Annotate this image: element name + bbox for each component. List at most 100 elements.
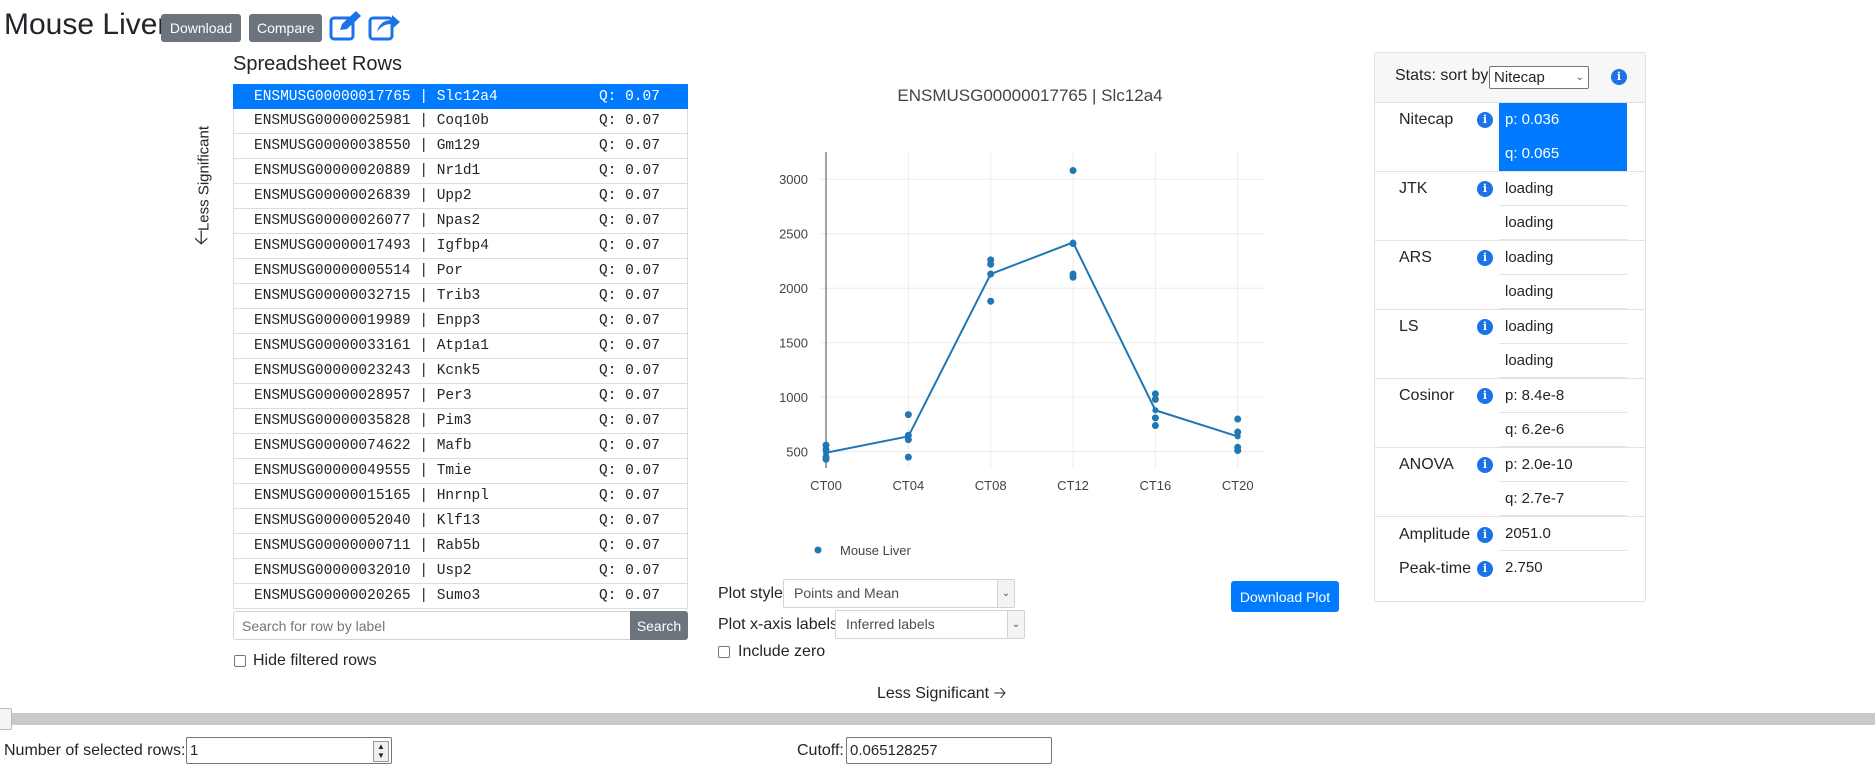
stats-sort-select[interactable]: Nitecap ⌄ xyxy=(1489,66,1589,89)
table-row[interactable]: ENSMUSG00000032010 | Usp2 Q: 0.07 xyxy=(233,559,688,584)
slider-handle[interactable] xyxy=(0,708,12,730)
plot-style-select[interactable]: Points and Mean ⌄ xyxy=(783,579,1015,608)
row-q-value: Q: 0.07 xyxy=(599,438,660,454)
cutoff-input[interactable]: 0.065128257 xyxy=(846,737,1052,764)
data-point xyxy=(904,453,912,461)
num-rows-label: Number of selected rows: xyxy=(4,742,186,759)
table-row[interactable]: ENSMUSG00000020265 | Sumo3 Q: 0.07 xyxy=(233,584,688,609)
stats-sort-value: Nitecap xyxy=(1494,69,1545,86)
table-row[interactable]: ENSMUSG00000032715 | Trib3 Q: 0.07 xyxy=(233,284,688,309)
stat-q-value: loading xyxy=(1499,275,1627,309)
chevron-down-icon: ⌄ xyxy=(1575,72,1584,83)
row-label: ENSMUSG00000015165 | Hnrnpl xyxy=(254,488,489,504)
stat-p-value: p: 2.0e-10 xyxy=(1499,448,1627,482)
table-row[interactable]: ENSMUSG00000023243 | Kcnk5 Q: 0.07 xyxy=(233,359,688,384)
stats-panel: Stats: sort by Nitecap ⌄ i Nitecap i p: … xyxy=(1374,52,1646,602)
share-icon[interactable] xyxy=(367,10,401,42)
chart-title: ENSMUSG00000017765 | Slc12a4 xyxy=(897,86,1163,105)
row-label: ENSMUSG00000033161 | Atp1a1 xyxy=(254,338,489,354)
row-label: ENSMUSG00000028957 | Per3 xyxy=(254,388,472,404)
row-q-value: Q: 0.07 xyxy=(599,138,660,154)
table-row[interactable]: ENSMUSG00000017765 | Slc12a4 Q: 0.07 xyxy=(233,84,688,109)
table-row[interactable]: ENSMUSG00000035828 | Pim3 Q: 0.07 xyxy=(233,409,688,434)
table-row[interactable]: ENSMUSG00000000711 | Rab5b Q: 0.07 xyxy=(233,534,688,559)
info-icon[interactable]: i xyxy=(1477,181,1493,197)
mean-line xyxy=(825,241,1239,454)
spinner-icon[interactable]: ▲ ▼ xyxy=(373,741,389,762)
x-tick-label: CT20 xyxy=(1222,478,1254,493)
less-significant-vertical[interactable]: Less Significant 🡣 xyxy=(188,118,218,248)
mean-point xyxy=(1152,407,1159,414)
y-tick-label: 500 xyxy=(786,445,808,460)
table-row[interactable]: ENSMUSG00000025981 | Coq10b Q: 0.07 xyxy=(233,109,688,134)
row-label: ENSMUSG00000000711 | Rab5b xyxy=(254,538,481,554)
stat-name-nitecap: Nitecap xyxy=(1399,111,1454,128)
chevron-down-icon: ⌄ xyxy=(997,580,1014,607)
download-button[interactable]: Download xyxy=(161,14,241,42)
table-row[interactable]: ENSMUSG00000005514 | Por Q: 0.07 xyxy=(233,259,688,284)
xaxis-labels-select[interactable]: Inferred labels ⌄ xyxy=(835,610,1025,639)
row-q-value: Q: 0.07 xyxy=(599,538,660,554)
row-q-value: Q: 0.07 xyxy=(599,363,660,379)
x-tick-label: CT12 xyxy=(1057,478,1089,493)
edit-icon[interactable] xyxy=(328,10,362,42)
include-zero-label: Include zero xyxy=(738,643,826,660)
row-q-value: Q: 0.07 xyxy=(599,188,660,204)
row-label: ENSMUSG00000023243 | Kcnk5 xyxy=(254,363,481,379)
stat-name-ls: LS xyxy=(1399,318,1419,335)
table-row[interactable]: ENSMUSG00000038550 | Gm129 Q: 0.07 xyxy=(233,134,688,159)
download-plot-button[interactable]: Download Plot xyxy=(1231,581,1339,612)
row-label: ENSMUSG00000035828 | Pim3 xyxy=(254,413,472,429)
info-icon[interactable]: i xyxy=(1477,112,1493,128)
less-significant-label: Less Significant xyxy=(877,685,990,702)
less-significant-horizontal[interactable]: Less Significant 🡢 xyxy=(877,682,1007,709)
table-row[interactable]: ENSMUSG00000028957 | Per3 Q: 0.07 xyxy=(233,384,688,409)
cutoff-value: 0.065128257 xyxy=(850,742,938,759)
table-row[interactable]: ENSMUSG00000052040 | Klf13 Q: 0.07 xyxy=(233,509,688,534)
table-row[interactable]: ENSMUSG00000015165 | Hnrnpl Q: 0.07 xyxy=(233,484,688,509)
x-tick-label: CT16 xyxy=(1139,478,1171,493)
table-row[interactable]: ENSMUSG00000017493 | Igfbp4 Q: 0.07 xyxy=(233,234,688,259)
data-point xyxy=(1151,395,1159,403)
info-icon[interactable]: i xyxy=(1477,527,1493,543)
table-row[interactable]: ENSMUSG00000026077 | Npas2 Q: 0.07 xyxy=(233,209,688,234)
row-q-value: Q: 0.07 xyxy=(599,413,660,429)
stat-name-ars: ARS xyxy=(1399,249,1432,266)
info-icon[interactable]: i xyxy=(1477,319,1493,335)
info-icon[interactable]: i xyxy=(1477,250,1493,266)
mean-point xyxy=(987,271,994,278)
data-point xyxy=(904,411,912,419)
spreadsheet-heading: Spreadsheet Rows xyxy=(233,53,402,75)
table-row[interactable]: ENSMUSG00000020889 | Nr1d1 Q: 0.07 xyxy=(233,159,688,184)
info-icon[interactable]: i xyxy=(1477,457,1493,473)
num-rows-input[interactable]: 1 ▲ ▼ xyxy=(186,737,392,764)
peak-time-label: Peak-time xyxy=(1399,560,1472,577)
row-search-input[interactable] xyxy=(233,611,631,640)
hide-filtered-checkbox[interactable] xyxy=(234,655,246,667)
search-button[interactable]: Search xyxy=(630,611,688,640)
table-row[interactable]: ENSMUSG00000074622 | Mafb Q: 0.07 xyxy=(233,434,688,459)
data-point xyxy=(987,260,995,268)
include-zero-checkbox[interactable] xyxy=(718,646,730,658)
info-icon[interactable]: i xyxy=(1611,69,1627,85)
stat-q-value: q: 6.2e-6 xyxy=(1499,413,1627,447)
row-q-value: Q: 0.07 xyxy=(599,338,660,354)
row-q-value: Q: 0.07 xyxy=(599,488,660,504)
table-row[interactable]: ENSMUSG00000026839 | Upp2 Q: 0.07 xyxy=(233,184,688,209)
row-label: ENSMUSG00000049555 | Tmie xyxy=(254,463,472,479)
expression-chart: 500 1000 1500 2000 2500 3000 CT00 CT04 CT08 CT12 C… xyxy=(779,152,1264,558)
cutoff-slider[interactable] xyxy=(0,713,1875,725)
info-icon[interactable]: i xyxy=(1477,561,1493,577)
row-label: ENSMUSG00000017765 | Slc12a4 xyxy=(254,89,498,105)
table-row[interactable]: ENSMUSG00000049555 | Tmie Q: 0.07 xyxy=(233,459,688,484)
table-row[interactable]: ENSMUSG00000033161 | Atp1a1 Q: 0.07 xyxy=(233,334,688,359)
row-label: ENSMUSG00000026077 | Npas2 xyxy=(254,213,481,229)
stat-q-value: loading xyxy=(1499,206,1627,240)
row-q-value: Q: 0.07 xyxy=(599,388,660,404)
info-icon[interactable]: i xyxy=(1477,388,1493,404)
row-q-value: Q: 0.07 xyxy=(599,113,660,129)
data-point xyxy=(1069,273,1077,281)
table-row[interactable]: ENSMUSG00000019989 | Enpp3 Q: 0.07 xyxy=(233,309,688,334)
data-point xyxy=(987,297,995,305)
compare-button[interactable]: Compare xyxy=(249,14,322,42)
